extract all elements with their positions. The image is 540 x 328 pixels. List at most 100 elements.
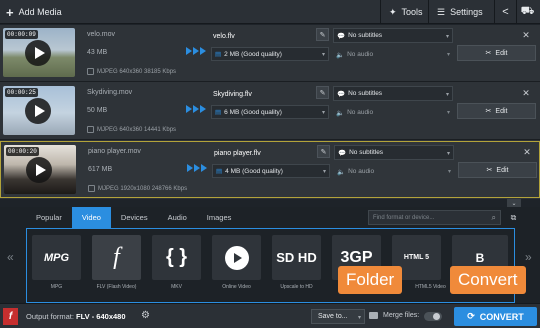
chevron-down-icon: ▾: [446, 52, 450, 58]
add-media-button[interactable]: + Add Media: [0, 0, 68, 24]
quality-value: 2 MB (Good quality): [224, 50, 282, 58]
subtitles-select[interactable]: 💬 No subtitles ▾: [333, 86, 453, 101]
tab-images[interactable]: Images: [197, 207, 242, 228]
plus-icon: +: [6, 4, 14, 20]
format-mpg[interactable]: MPG MPG: [30, 233, 83, 290]
format-online-video[interactable]: Online Video: [210, 233, 263, 290]
top-toolbar: + Add Media ✦ Tools ☰ Settings < ⛟: [0, 0, 540, 24]
search-placeholder: Find format or device...: [373, 214, 435, 221]
format-search-input[interactable]: Find format or device... ⌕: [368, 210, 501, 225]
tools-label: Tools: [401, 7, 423, 17]
menu-icon: ☰: [437, 6, 446, 17]
format-label: MPG: [50, 284, 63, 290]
subtitles-select[interactable]: 💬 No subtitles ▾: [334, 145, 454, 160]
collapse-panel-button[interactable]: ⌄: [507, 199, 521, 207]
scissors-icon: ✂: [485, 50, 492, 57]
video-thumbnail[interactable]: 00:00:25: [3, 86, 75, 135]
convert-label: CONVERT: [479, 311, 524, 322]
remove-file-icon[interactable]: ✕: [519, 145, 535, 159]
file-row[interactable]: 00:00:25 Skydiving.mov 50 MB MJPEG 640x3…: [0, 83, 540, 140]
play-icon[interactable]: [25, 40, 51, 66]
subtitles-value: No subtitles: [349, 149, 384, 156]
video-thumbnail[interactable]: 00:00:09: [3, 28, 75, 77]
format-label: Upscale to HD: [280, 284, 313, 290]
quality-select[interactable]: ▤ 4 MB (Good quality) ▾: [212, 164, 330, 178]
file-info: MJPEG 1920x1080 248766 Kbps: [88, 185, 187, 192]
file-name: velo.mov: [87, 31, 116, 38]
format-mkv[interactable]: { } MKV: [150, 233, 203, 290]
quality-icon: ▤: [215, 109, 222, 116]
file-row[interactable]: 00:00:09 velo.mov 43 MB MJPEG 640x360 38…: [0, 25, 540, 82]
audio-select[interactable]: 🔈 No audio ▾: [333, 47, 453, 62]
format-upscale-hd[interactable]: SD HD Upscale to HD: [270, 233, 323, 290]
quality-select[interactable]: ▤ 6 MB (Good quality) ▾: [211, 105, 329, 119]
duration-badge: 00:00:25: [5, 88, 38, 97]
folder-icon[interactable]: [369, 312, 378, 319]
tab-audio[interactable]: Audio: [158, 207, 197, 228]
video-thumbnail[interactable]: 00:00:20: [4, 145, 76, 194]
output-file-name[interactable]: Skydiving.flv: [211, 86, 329, 102]
scroll-left-icon[interactable]: «: [7, 250, 14, 264]
play-icon[interactable]: [26, 157, 52, 183]
format-grid: MPG MPG f FLV (Flash Video) { } MKV Onli…: [26, 228, 515, 303]
file-info-text: MJPEG 1920x1080 248766 Kbps: [98, 185, 188, 192]
output-format-label[interactable]: Output format: FLV - 640x480: [26, 312, 126, 321]
merge-files-toggle[interactable]: [424, 312, 442, 321]
quality-value: 4 MB (Good quality): [225, 167, 283, 175]
tab-devices[interactable]: Devices: [111, 207, 158, 228]
detect-device-icon[interactable]: ⧉: [506, 210, 521, 225]
speaker-icon: 🔈: [337, 168, 346, 176]
speaker-icon: 🔈: [336, 109, 345, 117]
hd-icon: SD HD: [272, 235, 321, 280]
rename-pencil-icon[interactable]: ✎: [317, 145, 330, 158]
speaker-icon: 🔈: [336, 51, 345, 59]
file-name: Skydiving.mov: [87, 89, 133, 96]
subtitles-icon: 💬: [338, 149, 347, 157]
tab-popular[interactable]: Popular: [26, 207, 72, 228]
file-size: 43 MB: [87, 49, 108, 56]
duration-badge: 00:00:09: [5, 30, 38, 39]
file-info: MJPEG 640x360 14441 Kbps: [87, 126, 176, 133]
edit-label: Edit: [496, 166, 509, 174]
play-icon[interactable]: [25, 98, 51, 124]
chevron-down-icon: ▾: [322, 169, 326, 175]
convert-button[interactable]: ⟳ CONVERT: [454, 307, 537, 326]
scissors-icon: ✂: [485, 108, 492, 115]
file-row-selected[interactable]: 00:00:20 piano player.mov 617 MB MJPEG 1…: [0, 141, 540, 198]
wand-icon: ✦: [389, 6, 397, 17]
remove-file-icon[interactable]: ✕: [518, 86, 534, 100]
video-info-icon: [88, 185, 95, 192]
settings-button[interactable]: ☰ Settings: [428, 0, 490, 24]
file-name: piano player.mov: [88, 148, 141, 155]
rename-pencil-icon[interactable]: ✎: [316, 86, 329, 99]
output-format-caption: Output format:: [26, 312, 74, 321]
video-info-icon: [87, 68, 94, 75]
convert-callout: Convert: [450, 266, 526, 294]
chevron-down-icon: ▾: [321, 52, 325, 58]
output-file-name[interactable]: piano player.flv: [212, 145, 330, 161]
quality-icon: ▤: [216, 168, 223, 175]
cart-icon[interactable]: ⛟: [516, 0, 538, 24]
chevron-down-icon: ▾: [446, 110, 450, 116]
rename-pencil-icon[interactable]: ✎: [316, 28, 329, 41]
edit-button[interactable]: ✂ Edit: [458, 162, 537, 178]
audio-select[interactable]: 🔈 No audio ▾: [334, 164, 454, 179]
quality-select[interactable]: ▤ 2 MB (Good quality) ▾: [211, 47, 329, 61]
save-to-select[interactable]: Save to... ▾: [311, 309, 365, 324]
share-icon[interactable]: <: [494, 0, 516, 24]
remove-file-icon[interactable]: ✕: [518, 28, 534, 42]
gear-icon[interactable]: ⚙: [141, 310, 150, 321]
folder-callout: Folder: [338, 266, 403, 294]
scroll-right-icon[interactable]: »: [525, 250, 532, 264]
output-file-name[interactable]: velo.flv: [211, 28, 329, 44]
audio-select[interactable]: 🔈 No audio ▾: [333, 105, 453, 120]
flash-icon: f: [92, 235, 141, 280]
subtitles-select[interactable]: 💬 No subtitles ▾: [333, 28, 453, 43]
tab-video[interactable]: Video: [71, 207, 111, 228]
tools-button[interactable]: ✦ Tools: [380, 0, 428, 24]
edit-button[interactable]: ✂ Edit: [457, 103, 536, 119]
flash-format-icon: f: [3, 308, 18, 325]
edit-button[interactable]: ✂ Edit: [457, 45, 536, 61]
format-flv[interactable]: f FLV (Flash Video): [90, 233, 143, 290]
chevron-down-icon: ▾: [447, 169, 451, 175]
